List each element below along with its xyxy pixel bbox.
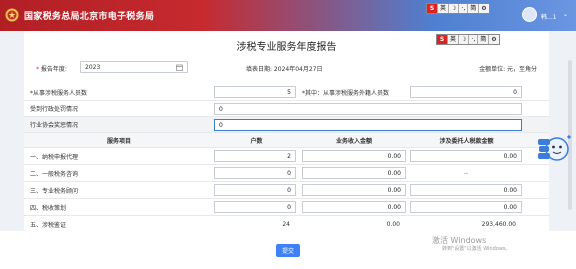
industry-association-label: 行业协会奖惩情况 <box>30 122 79 129</box>
admin-penalty-row: 受到行政处罚情况 0 <box>24 101 549 117</box>
service-table-header: 服务项目 户数 业务收入金额 涉及委托人税款金额 <box>24 133 549 148</box>
report-year-picker[interactable]: 2023 <box>80 61 188 73</box>
income-input[interactable]: 0.00 <box>302 201 406 213</box>
submit-button[interactable]: 提交 <box>276 244 300 257</box>
tax-input[interactable]: 0.00 <box>410 184 522 196</box>
income-input[interactable]: 0.00 <box>302 184 406 196</box>
col-header-item: 服务项目 <box>106 137 131 145</box>
amount-unit: 金额单位: 元，至角分 <box>479 66 537 73</box>
foreign-staff-input[interactable]: 0 <box>410 86 522 98</box>
col-header-count: 户数 <box>250 137 263 145</box>
table-row: 一、纳税申报代理 2 0.00 0.00 <box>24 148 549 165</box>
site-title: 国家税务总局北京市电子税务局 <box>24 12 155 22</box>
report-meta-row: * 报告年度: 2023 填表日期: 2024年04月27日 金额单位: 元，至… <box>24 61 549 75</box>
service-item-name: 三、专业税务顾问 <box>30 187 79 195</box>
activation-watermark-hint: 转到"设置"以激活 Windows。 <box>442 246 511 252</box>
service-item-name: 一、纳税申报代理 <box>30 153 79 161</box>
foreign-staff-label: *其中：从事涉税服务外籍人员数 <box>302 89 390 97</box>
calendar-icon <box>176 64 183 71</box>
tax-readonly-value: 293,460.00 <box>481 220 516 228</box>
admin-penalty-input[interactable]: 0 <box>214 103 522 115</box>
income-readonly-value: 0.00 <box>386 220 400 228</box>
fill-date: 填表日期: 2024年04月27日 <box>246 66 323 73</box>
income-input[interactable]: 0.00 <box>302 150 406 162</box>
ime-toolbar-floating[interactable]: S 英 ☽ ·, 简 ⚙ <box>436 34 500 45</box>
count-readonly-value: 24 <box>282 220 290 228</box>
staff-count-input[interactable]: 5 <box>214 86 296 98</box>
col-header-tax: 涉及委托人税款金额 <box>439 137 494 145</box>
count-input[interactable]: 0 <box>214 184 296 196</box>
table-row: 二、一般税务咨询 0 0.00 -- <box>24 165 549 182</box>
tax-readonly-value: -- <box>463 169 469 177</box>
col-header-income: 业务收入金额 <box>335 137 372 145</box>
service-item-name: 二、一般税务咨询 <box>30 170 79 178</box>
top-header-bar: 国家税务总局北京市电子税务局 S 英 ☽ ·, 简 ⚙ 韩...1 ⌄ <box>0 0 576 31</box>
admin-penalty-label: 受到行政处罚情况 <box>30 106 79 113</box>
service-item-name: 五、涉税鉴证 <box>30 221 67 229</box>
tax-assistant-mascot-icon[interactable] <box>537 131 571 167</box>
table-row: 三、专业税务顾问 0 0.00 0.00 <box>24 182 549 199</box>
report-year-label: * 报告年度: <box>36 66 67 73</box>
service-item-name: 四、税收策划 <box>30 204 67 212</box>
staff-count-label: *从事涉税服务人员数 <box>30 89 88 97</box>
income-input[interactable]: 0.00 <box>302 167 406 179</box>
count-input[interactable]: 2 <box>214 150 296 162</box>
count-input[interactable]: 0 <box>214 167 296 179</box>
ime-toolbar[interactable]: S 英 ☽ ·, 简 ⚙ <box>426 3 490 14</box>
table-row: 四、税收策划 0 0.00 0.00 <box>24 199 549 216</box>
industry-association-row: 行业协会奖惩情况 0 <box>24 117 549 133</box>
tax-input[interactable]: 0.00 <box>410 201 522 213</box>
chevron-down-icon[interactable]: ⌄ <box>563 11 568 18</box>
user-name[interactable]: 韩...1 <box>541 12 557 21</box>
tax-emblem-icon <box>5 8 19 22</box>
industry-association-input[interactable]: 0 <box>214 119 522 131</box>
count-input[interactable]: 0 <box>214 201 296 213</box>
avatar[interactable] <box>522 7 537 22</box>
tax-input[interactable]: 0.00 <box>410 150 522 162</box>
staff-row: *从事涉税服务人员数 5 *其中：从事涉税服务外籍人员数 0 <box>24 84 549 101</box>
